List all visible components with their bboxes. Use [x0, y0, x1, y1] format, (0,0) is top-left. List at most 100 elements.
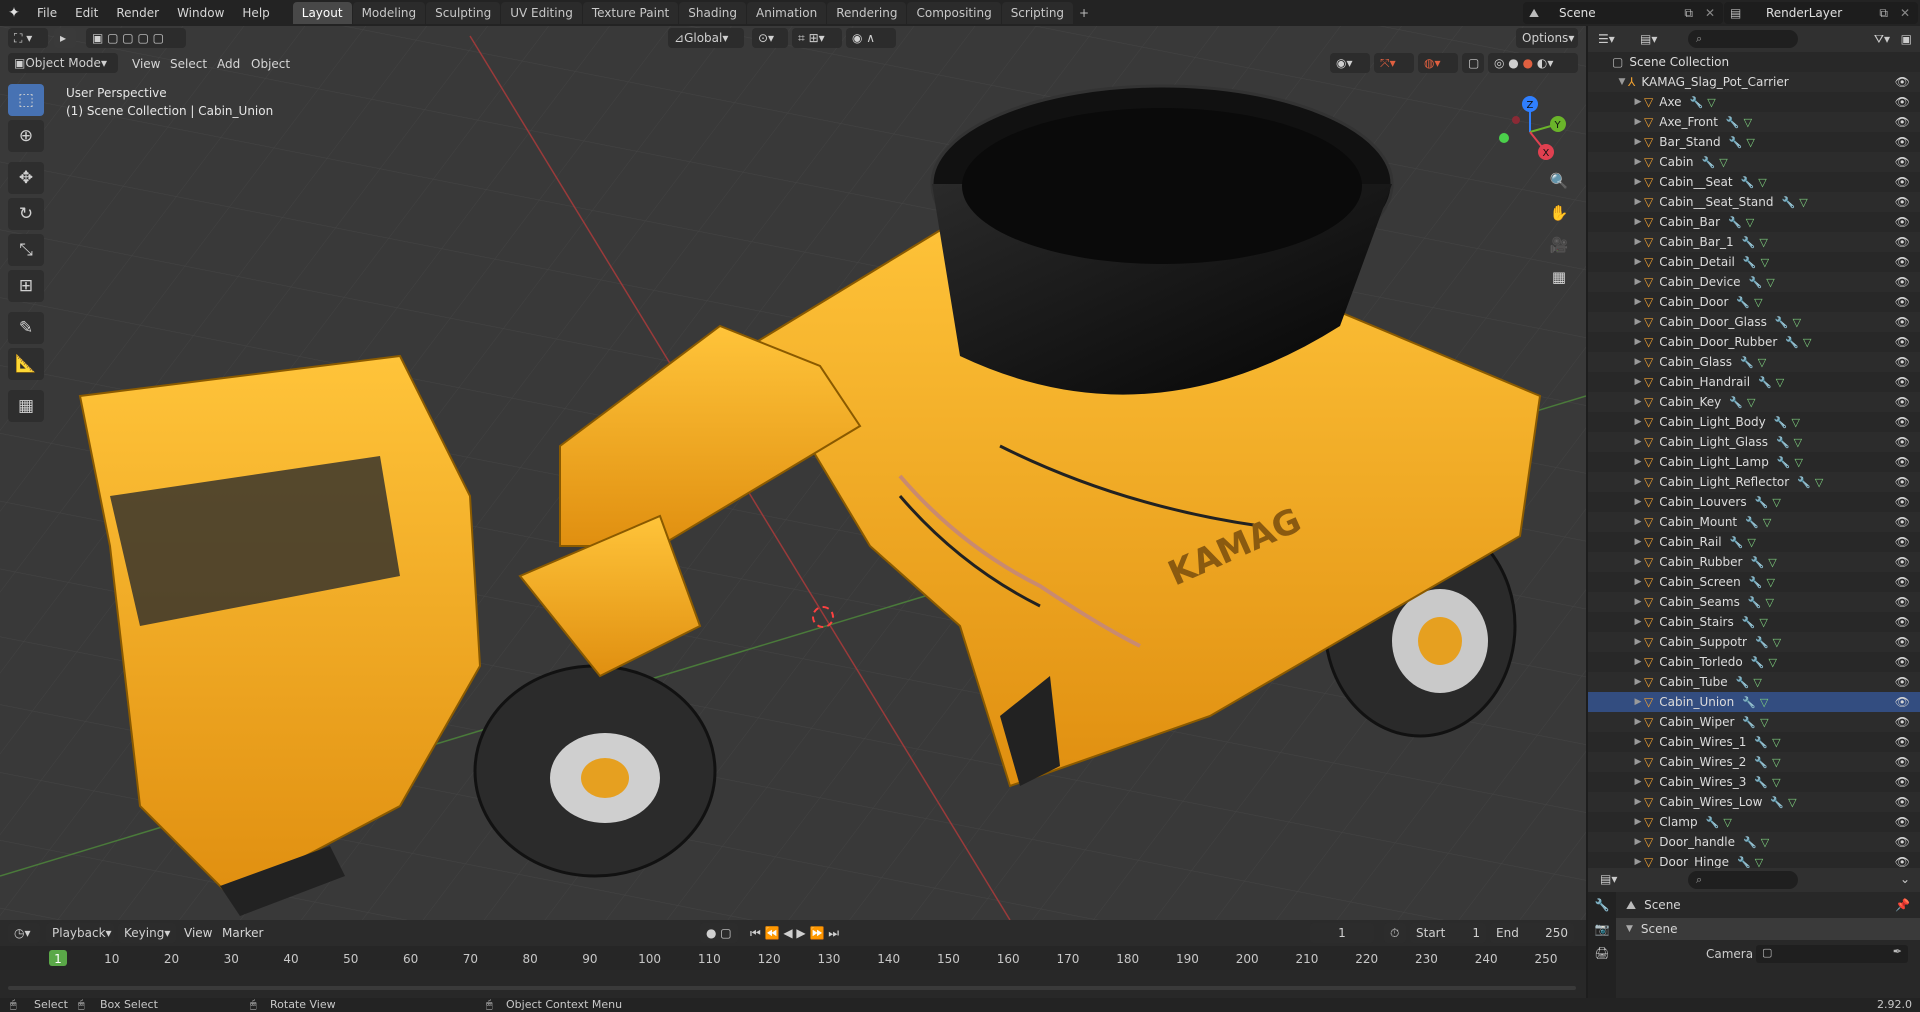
- eye-icon[interactable]: 👁: [1895, 235, 1910, 249]
- start-frame-field[interactable]: Start 1: [1410, 923, 1486, 943]
- tab-scripting[interactable]: Scripting: [1001, 2, 1074, 24]
- eye-icon[interactable]: 👁: [1895, 675, 1910, 689]
- timeline-menu-marker[interactable]: Marker: [222, 922, 263, 944]
- expand-icon[interactable]: ▶: [1632, 337, 1644, 347]
- outliner-item[interactable]: ▶ ▽ Bar_Stand 🔧 ▽ 👁: [1588, 132, 1920, 152]
- eye-icon[interactable]: 👁: [1895, 395, 1910, 409]
- overlay-toggle[interactable]: ◍▾: [1418, 53, 1458, 73]
- output-tab-icon[interactable]: 🖨: [1588, 946, 1616, 960]
- outliner-item[interactable]: ▶ ▽ Cabin_Door_Glass 🔧 ▽ 👁: [1588, 312, 1920, 332]
- eye-icon[interactable]: 👁: [1895, 175, 1910, 189]
- gizmo-toggle[interactable]: ⤧▾: [1374, 53, 1414, 73]
- eye-icon[interactable]: 👁: [1895, 835, 1910, 849]
- eye-icon[interactable]: 👁: [1895, 475, 1910, 489]
- expand-icon[interactable]: ▶: [1632, 797, 1644, 807]
- expand-icon[interactable]: ▶: [1632, 437, 1644, 447]
- shading-modes[interactable]: ◎ ● ● ◐▾: [1488, 53, 1578, 73]
- outliner-item[interactable]: ▶ ▽ Cabin_Detail 🔧 ▽ 👁: [1588, 252, 1920, 272]
- tab-shading[interactable]: Shading: [679, 2, 746, 24]
- expand-icon[interactable]: ▶: [1632, 637, 1644, 647]
- neg-y-axis-icon[interactable]: [1499, 133, 1509, 143]
- expand-icon[interactable]: ▶: [1632, 557, 1644, 567]
- outliner-item[interactable]: ▶ ▽ Cabin_Door_Rubber 🔧 ▽ 👁: [1588, 332, 1920, 352]
- eyedropper-icon[interactable]: ✒: [1893, 945, 1902, 958]
- scene-selector[interactable]: ⛰ Scene ⧉ ✕: [1523, 2, 1723, 24]
- outliner-item[interactable]: ▶ ▽ Cabin_Handrail 🔧 ▽ 👁: [1588, 372, 1920, 392]
- outliner-item[interactable]: ▶ ▽ Cabin_Light_Reflector 🔧 ▽ 👁: [1588, 472, 1920, 492]
- outliner-item[interactable]: ▶ ▽ Door_Hinge 🔧 ▽ 👁: [1588, 852, 1920, 868]
- 3d-viewport[interactable]: KAMAG ⛶ ▾ ▸ ▣ ▢ ▢ ▢ ▢ ⊿ Global ▾ ⊙▾ ⌗ ⊞▾…: [0, 26, 1586, 920]
- menu-select[interactable]: Select: [170, 53, 207, 75]
- collapse-icon[interactable]: ▼: [1616, 77, 1628, 87]
- outliner-item[interactable]: ▶ ▽ Door_handle 🔧 ▽ 👁: [1588, 832, 1920, 852]
- editor-type-button[interactable]: ⛶ ▾: [8, 28, 48, 48]
- eye-icon[interactable]: 👁: [1895, 215, 1910, 229]
- menu-file[interactable]: File: [28, 0, 66, 26]
- ortho-grid-icon[interactable]: ▦: [1544, 262, 1574, 292]
- expand-icon[interactable]: ▶: [1632, 537, 1644, 547]
- eye-icon[interactable]: 👁: [1895, 95, 1910, 109]
- tab-modeling[interactable]: Modeling: [352, 2, 426, 24]
- expand-icon[interactable]: ▶: [1632, 257, 1644, 267]
- playback-dropdown[interactable]: Playback ▾: [46, 923, 114, 943]
- expand-icon[interactable]: ▶: [1632, 157, 1644, 167]
- scene-collection-row[interactable]: ▢ Scene Collection: [1588, 52, 1920, 72]
- preview-range-toggle[interactable]: ⏱: [1384, 923, 1406, 943]
- expand-icon[interactable]: ▶: [1632, 237, 1644, 247]
- select-tool-button[interactable]: ▸: [54, 28, 76, 48]
- eye-icon[interactable]: 👁: [1895, 535, 1910, 549]
- expand-icon[interactable]: ▶: [1632, 197, 1644, 207]
- tab-compositing[interactable]: Compositing: [907, 2, 1001, 24]
- end-frame-field[interactable]: End 250: [1490, 923, 1574, 943]
- selection-mode-group[interactable]: ▣ ▢ ▢ ▢ ▢: [86, 28, 186, 48]
- select-box-tool[interactable]: ⬚: [8, 84, 44, 116]
- eye-icon[interactable]: 👁: [1895, 135, 1910, 149]
- expand-icon[interactable]: ▶: [1632, 717, 1644, 727]
- eye-icon[interactable]: 👁: [1895, 495, 1910, 509]
- copy-layer-icon[interactable]: ⧉: [1879, 6, 1888, 21]
- close-icon[interactable]: ✕: [1705, 6, 1715, 20]
- expand-icon[interactable]: ▶: [1632, 97, 1644, 107]
- eye-icon[interactable]: 👁: [1895, 455, 1910, 469]
- outliner-item[interactable]: ▶ ▽ Cabin_Torledo 🔧 ▽ 👁: [1588, 652, 1920, 672]
- expand-icon[interactable]: ▶: [1632, 857, 1644, 867]
- eye-icon[interactable]: 👁: [1895, 755, 1910, 769]
- keying-dropdown[interactable]: Keying ▾: [118, 923, 176, 943]
- eye-icon[interactable]: 👁: [1895, 815, 1910, 829]
- zoom-icon[interactable]: 🔍: [1544, 166, 1574, 196]
- measure-tool[interactable]: 📐: [8, 348, 44, 380]
- current-frame-field[interactable]: 1: [1310, 923, 1374, 943]
- outliner-item[interactable]: ▶ ▽ Cabin_Bar_1 🔧 ▽ 👁: [1588, 232, 1920, 252]
- transform-orientation-dropdown[interactable]: ⊿ Global ▾: [668, 28, 744, 48]
- expand-icon[interactable]: ▶: [1632, 177, 1644, 187]
- playback-controls[interactable]: ⏮ ⏪ ◀ ▶ ⏩ ⏭: [744, 923, 864, 943]
- outliner-item[interactable]: ▶ ▽ Cabin_Screen 🔧 ▽ 👁: [1588, 572, 1920, 592]
- root-object-row[interactable]: ▼ ⅄ KAMAG_Slag_Pot_Carrier 👁: [1588, 72, 1920, 92]
- pivot-dropdown[interactable]: ⊙▾: [752, 28, 788, 48]
- expand-icon[interactable]: ▶: [1632, 277, 1644, 287]
- chevron-down-icon[interactable]: ⌄: [1900, 872, 1910, 886]
- options-dropdown[interactable]: Options ▾: [1516, 28, 1578, 48]
- tab-uv-editing[interactable]: UV Editing: [501, 2, 582, 24]
- outliner-item[interactable]: ▶ ▽ Cabin_Suppotr 🔧 ▽ 👁: [1588, 632, 1920, 652]
- outliner-editor-icon[interactable]: ☰▾: [1598, 32, 1615, 46]
- expand-icon[interactable]: ▶: [1632, 357, 1644, 367]
- outliner-item[interactable]: ▶ ▽ Cabin_Wires_3 🔧 ▽ 👁: [1588, 772, 1920, 792]
- expand-icon[interactable]: ▶: [1632, 697, 1644, 707]
- cursor-tool[interactable]: ⊕: [8, 120, 44, 152]
- outliner-item[interactable]: ▶ ▽ Cabin_Union 🔧 ▽ 👁: [1588, 692, 1920, 712]
- scene-panel-header[interactable]: ▼ Scene: [1616, 918, 1920, 940]
- outliner-search-input[interactable]: ⌕: [1688, 30, 1798, 48]
- outliner-item[interactable]: ▶ ▽ Axe 🔧 ▽ 👁: [1588, 92, 1920, 112]
- scale-tool[interactable]: ⤡: [8, 234, 44, 266]
- eye-icon[interactable]: 👁: [1895, 75, 1910, 89]
- expand-icon[interactable]: ▶: [1632, 817, 1644, 827]
- eye-icon[interactable]: 👁: [1895, 855, 1910, 868]
- pin-icon[interactable]: 📌: [1895, 898, 1910, 912]
- outliner-item[interactable]: ▶ ▽ Cabin 🔧 ▽ 👁: [1588, 152, 1920, 172]
- new-collection-icon[interactable]: ▣: [1901, 32, 1912, 46]
- expand-icon[interactable]: ▶: [1632, 137, 1644, 147]
- eye-icon[interactable]: 👁: [1895, 355, 1910, 369]
- outliner-item[interactable]: ▶ ▽ Cabin_Wires_1 🔧 ▽ 👁: [1588, 732, 1920, 752]
- timeline-ruler[interactable]: 1 10 20 30 40 50 60 70 80 90 100 110 120 130 140 150 160…: [0, 948, 1586, 970]
